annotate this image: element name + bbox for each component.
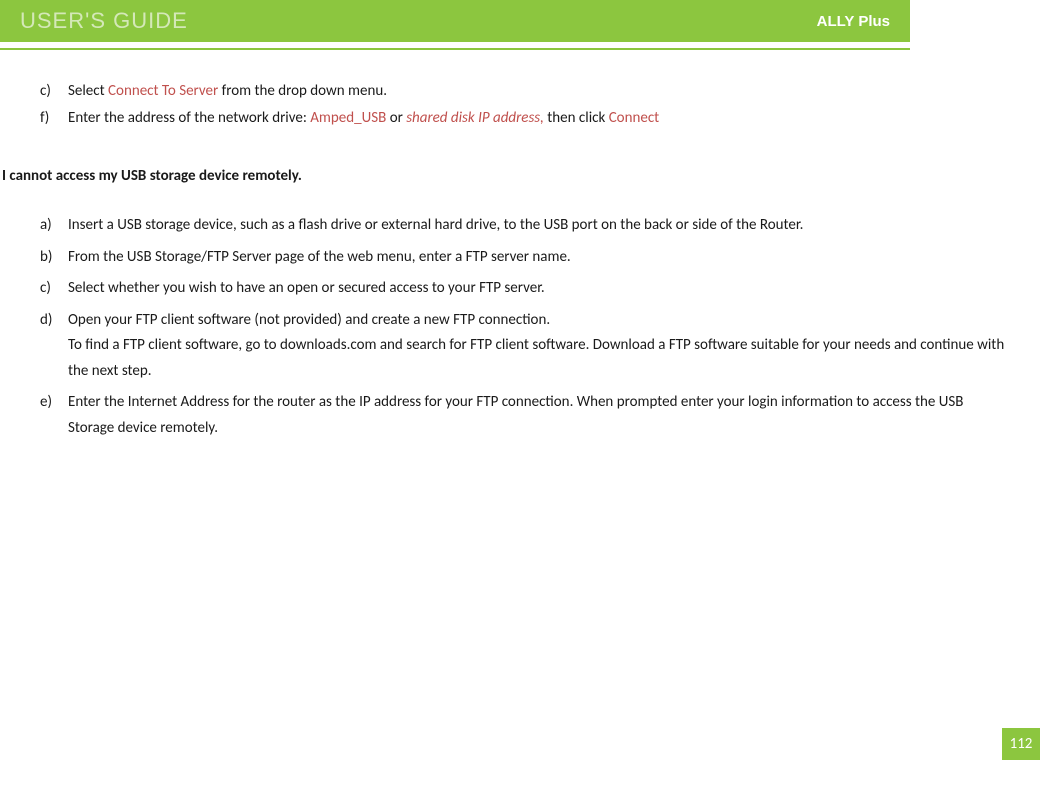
list-marker: c) [40, 80, 68, 103]
highlight-connect: Connect [609, 109, 660, 127]
top-list: c) Select Connect To Server from the dro… [40, 80, 1010, 129]
section-heading: I cannot access my USB storage device re… [2, 167, 1010, 185]
header-title: USER'S GUIDE [20, 8, 188, 34]
list-item-a: a) Insert a USB storage device, such as … [40, 213, 1010, 239]
text-mid: or [390, 109, 407, 127]
list-marker: a) [40, 213, 68, 239]
list-text: Insert a USB storage device, such as a f… [68, 213, 1010, 239]
list-item-c2: c) Select whether you wish to have an op… [40, 276, 1010, 302]
page-number: 112 [1002, 728, 1040, 760]
header-bar: USER'S GUIDE ALLY Plus [0, 0, 910, 42]
list-marker: f) [40, 107, 68, 130]
list-text: Select Connect To Server from the drop d… [68, 80, 1010, 103]
list-item-f: f) Enter the address of the network driv… [40, 107, 1010, 130]
header-product: ALLY Plus [817, 13, 890, 30]
highlight-shared-disk: shared disk IP address, [406, 109, 544, 127]
list-text: From the USB Storage/FTP Server page of … [68, 245, 1010, 271]
text-mid2: then click [544, 109, 609, 127]
list-marker: c) [40, 276, 68, 302]
list-item-d: d) Open your FTP client software (not pr… [40, 308, 1010, 385]
page-number-text: 112 [1010, 735, 1033, 753]
highlight-connect-to-server: Connect To Server [108, 82, 218, 100]
text-suffix: from the drop down menu. [218, 82, 387, 100]
list-text-line1: Open your FTP client software (not provi… [68, 308, 1010, 334]
list-text-line2: To find a FTP client software, go to dow… [68, 333, 1010, 384]
page-content: c) Select Connect To Server from the dro… [0, 50, 1040, 441]
list-marker: d) [40, 308, 68, 385]
text-prefix: Enter the address of the network drive: [68, 109, 310, 127]
list-item-b: b) From the USB Storage/FTP Server page … [40, 245, 1010, 271]
text-prefix: Select [68, 82, 108, 100]
highlight-amped-usb: Amped_USB [310, 109, 389, 127]
list-text: Enter the address of the network drive: … [68, 107, 1010, 130]
list-text: Open your FTP client software (not provi… [68, 308, 1010, 385]
second-list: a) Insert a USB storage device, such as … [40, 213, 1010, 441]
list-item-e: e) Enter the Internet Address for the ro… [40, 390, 1010, 441]
list-text: Select whether you wish to have an open … [68, 276, 1010, 302]
list-marker: b) [40, 245, 68, 271]
list-text: Enter the Internet Address for the route… [68, 390, 1010, 441]
list-marker: e) [40, 390, 68, 441]
list-item-c: c) Select Connect To Server from the dro… [40, 80, 1010, 103]
